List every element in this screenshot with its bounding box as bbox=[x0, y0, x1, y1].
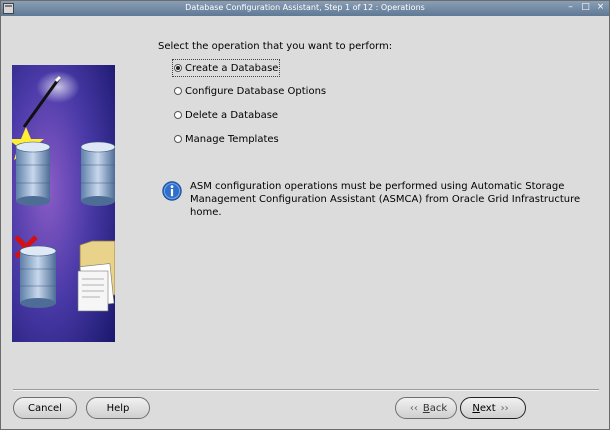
info-icon bbox=[162, 181, 182, 201]
asm-info-text: ASM configuration operations must be per… bbox=[190, 180, 592, 219]
back-chevron-icon: ‹‹ bbox=[409, 402, 418, 414]
dbca-illustration bbox=[12, 65, 115, 342]
back-button-label: Back bbox=[422, 402, 448, 414]
radio-delete-database[interactable] bbox=[174, 111, 182, 119]
option-delete-database-label: Delete a Database bbox=[185, 109, 279, 121]
next-chevron-icon: ›› bbox=[500, 402, 509, 414]
operation-prompt: Select the operation that you want to pe… bbox=[158, 41, 393, 52]
dbca-window: Database Configuration Assistant, Step 1… bbox=[0, 0, 610, 430]
option-create-database[interactable]: Create a Database bbox=[171, 59, 281, 77]
window-controls: – □ × bbox=[565, 2, 606, 12]
radio-configure-database-options[interactable] bbox=[174, 87, 182, 95]
radio-manage-templates[interactable] bbox=[174, 135, 182, 143]
cancel-button[interactable]: Cancel bbox=[13, 397, 77, 419]
title-bar[interactable]: Database Configuration Assistant, Step 1… bbox=[1, 1, 609, 16]
option-create-database-label: Create a Database bbox=[185, 62, 279, 74]
maximize-button[interactable]: □ bbox=[580, 2, 591, 12]
asm-info-line-1: ASM configuration operations must be per… bbox=[190, 181, 565, 192]
back-button[interactable]: ‹‹ Back bbox=[395, 397, 457, 419]
window-title: Database Configuration Assistant, Step 1… bbox=[185, 3, 425, 12]
help-button[interactable]: Help bbox=[86, 397, 150, 419]
next-button[interactable]: Next ›› bbox=[460, 397, 526, 419]
minimize-button[interactable]: – bbox=[565, 2, 576, 12]
asm-info-line-2: Management Configuration Assistant (ASMC… bbox=[190, 194, 581, 218]
next-button-label: Next bbox=[472, 402, 496, 414]
option-configure-database-options-label: Configure Database Options bbox=[185, 85, 327, 97]
asm-info-message: ASM configuration operations must be per… bbox=[162, 181, 592, 219]
option-delete-database[interactable]: Delete a Database bbox=[174, 108, 278, 122]
option-configure-database-options[interactable]: Configure Database Options bbox=[174, 84, 326, 98]
radio-create-database[interactable] bbox=[174, 64, 182, 72]
close-button[interactable]: × bbox=[595, 2, 606, 12]
option-manage-templates[interactable]: Manage Templates bbox=[174, 132, 279, 146]
footer-divider bbox=[13, 389, 599, 391]
option-manage-templates-label: Manage Templates bbox=[185, 133, 279, 145]
